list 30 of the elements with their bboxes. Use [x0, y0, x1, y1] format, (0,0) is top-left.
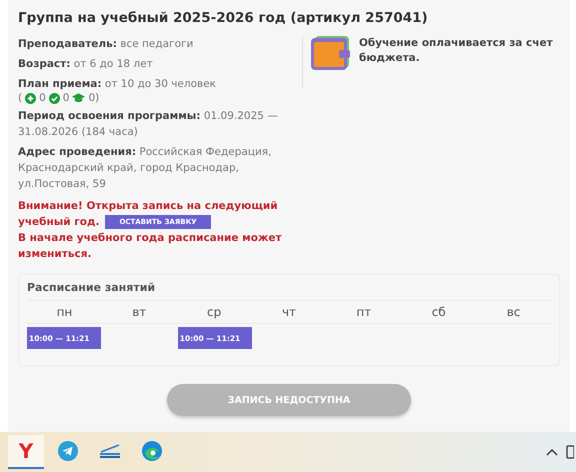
warning-note: В начале учебного года расписание может измениться.	[18, 231, 283, 262]
check-icon	[48, 92, 60, 104]
wallet-icon	[311, 36, 351, 70]
weekday-label: вт	[131, 304, 148, 321]
browser-logo: Y	[18, 439, 34, 463]
weekday-label: ср	[206, 304, 222, 321]
payment-note: Обучение оплачивается за счет бюджета.	[359, 36, 554, 66]
taskbar-app[interactable]: Y	[8, 435, 44, 469]
parenthesis: (	[18, 92, 22, 104]
info-line: Период освоения программы: 01.09.2025 — 31.08.2026 (184 часа)	[18, 109, 279, 140]
count-value: 0	[62, 92, 70, 104]
info-line: Возраст: от 6 до 18 лет	[18, 57, 154, 72]
weekday-label: чт	[280, 304, 298, 321]
paper-plane-icon	[58, 441, 78, 461]
group-title: Группа на учебный 2025-2026 год (артикул 257041)	[18, 10, 429, 26]
weekday-label: вс	[506, 304, 522, 321]
count-value: 0)	[88, 92, 100, 104]
graduation-cap-icon	[72, 93, 86, 103]
info-line: Адрес проведения: Российская Федерация, Краснодарский край, город Краснодар, ул.Постовая, 59	[18, 145, 272, 192]
count-value: 0	[39, 92, 46, 104]
info-line: Преподаватель: все педагоги	[18, 37, 194, 52]
browser-icon	[142, 441, 162, 461]
weekday-label: пн	[56, 304, 74, 321]
weekday-label: пт	[355, 304, 372, 321]
weekday-label: сб	[430, 304, 447, 321]
plus-icon	[25, 92, 36, 104]
schedule-title: Расписание занятий	[27, 281, 551, 301]
scanner-icon	[99, 443, 121, 459]
chevron-up-icon[interactable]	[546, 448, 558, 456]
info-line: План приема: от 10 до 30 человек	[18, 77, 218, 92]
